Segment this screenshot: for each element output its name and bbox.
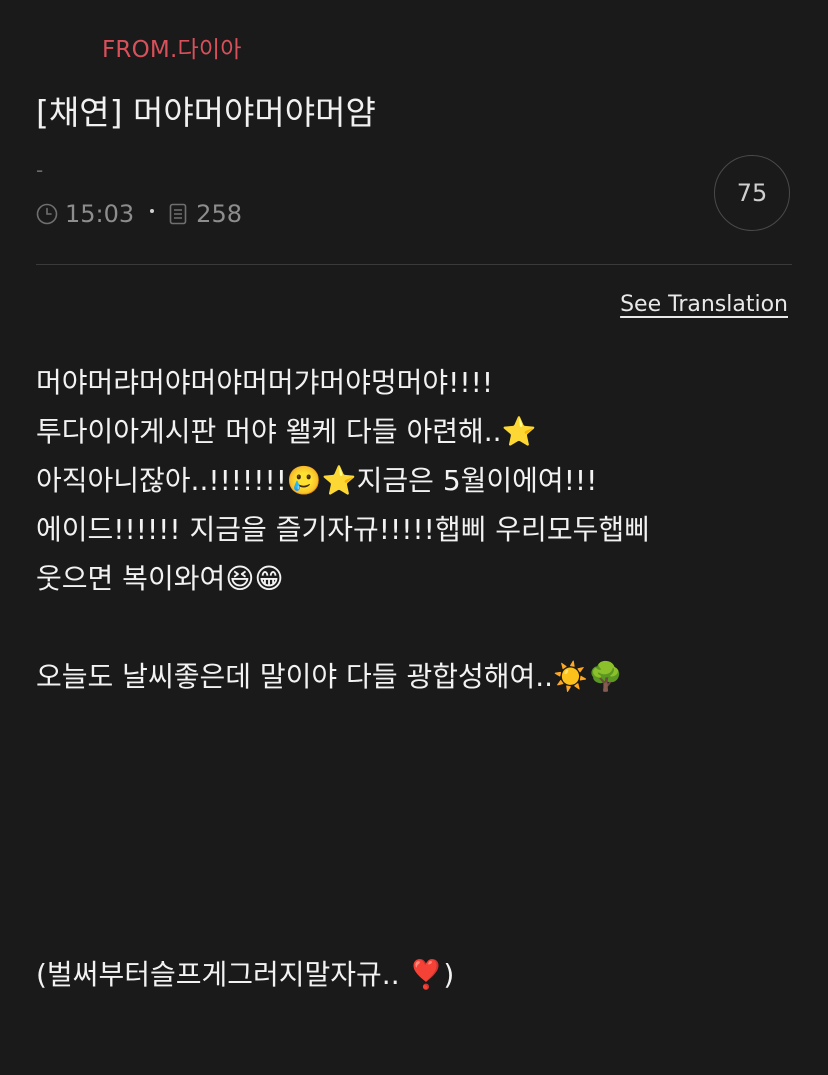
view-count: 258: [196, 200, 242, 228]
post-title: [채연] 머야머야머야머얌: [36, 93, 376, 132]
body-line: 머야머랴머야머야머머갸머야멍머야!!!!: [36, 366, 494, 399]
count-badge[interactable]: 75: [714, 155, 790, 231]
body-line: 투다이아게시판 머야 왤케 다들 아련해..⭐: [36, 415, 537, 448]
body-line: 웃으면 복이와여😆😁: [36, 562, 284, 595]
body-line: 에이드!!!!!! 지금을 즐기자규!!!!!햅삐 우리모두햅삐: [36, 513, 650, 546]
body-line: 아직아니잖아..!!!!!!!🥲⭐지금은 5월이에여!!!: [36, 464, 598, 497]
clock-icon: [36, 203, 58, 225]
body-line: 오늘도 날씨좋은데 말이야 다들 광합성해여..☀️🌳: [36, 660, 623, 693]
count-value: 75: [736, 179, 768, 207]
document-icon: [169, 203, 187, 225]
author-placeholder: -: [36, 158, 44, 182]
header-divider: [36, 264, 792, 265]
post-meta: 15:03 258: [36, 198, 242, 230]
post-body: 머야머랴머야머야머머갸머야멍머야!!!! 투다이아게시판 머야 왤케 다들 아련…: [36, 358, 796, 701]
see-translation-link[interactable]: See Translation: [620, 292, 788, 317]
from-label: FROM.다이아: [102, 37, 242, 63]
post-time: 15:03: [65, 200, 135, 228]
body-blank-line: [36, 603, 796, 652]
separator-dot: [150, 209, 155, 213]
body-closing-line: (벌써부터슬프게그러지말자규.. ❣️): [36, 958, 455, 991]
